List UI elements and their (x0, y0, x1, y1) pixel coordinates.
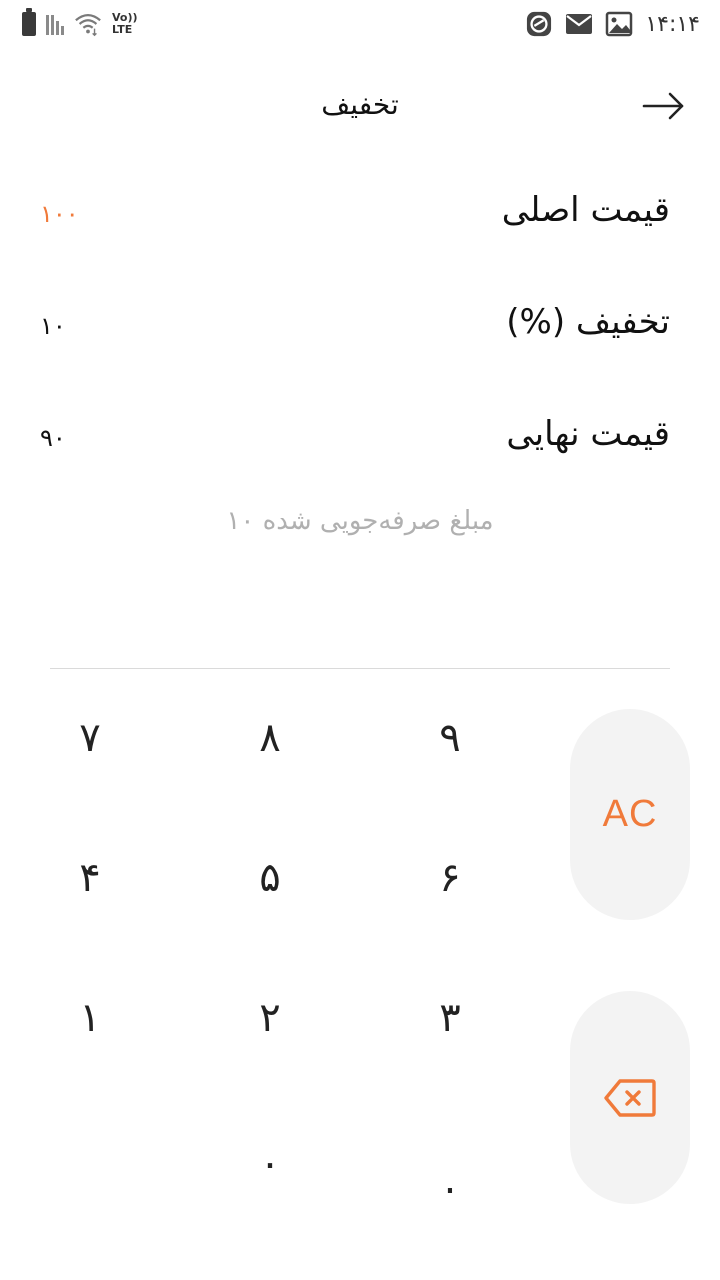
key-1[interactable]: ۱ (30, 978, 150, 1058)
original-price-value[interactable]: ۱۰۰ (40, 200, 79, 228)
arrow-right-icon (642, 92, 684, 120)
final-price-label: قیمت نهایی (506, 414, 670, 454)
original-price-label: قیمت اصلی (501, 190, 670, 230)
key-0[interactable]: ۰ (210, 1124, 330, 1204)
status-time: ۱۴:۱۴ (645, 11, 700, 37)
page-title: تخفیف (321, 88, 399, 121)
savings-text: مبلغ صرفه‌جویی شده ۱۰ (226, 506, 494, 536)
key-decimal[interactable]: . (390, 1140, 510, 1220)
battery-icon (22, 8, 36, 36)
key-9[interactable]: ۹ (390, 698, 510, 778)
status-bar-right: ۱۴:۱۴ (525, 10, 700, 38)
header: تخفیف (0, 70, 720, 140)
clear-label: AC (602, 793, 658, 835)
discount-row[interactable]: تخفیف (%) ۱۰ (40, 302, 670, 362)
image-icon (606, 11, 633, 37)
discount-label: تخفیف (%) (506, 302, 670, 342)
lte-indicator: Vo)) LTE (112, 12, 138, 36)
key-2[interactable]: ۲ (210, 978, 330, 1058)
wifi-icon (75, 14, 101, 37)
app-icon (527, 11, 552, 37)
keypad-divider (50, 668, 670, 669)
key-7[interactable]: ۷ (30, 698, 150, 778)
status-bar: Vo)) LTE ۱۴:۱۴ (0, 0, 720, 50)
key-4[interactable]: ۴ (30, 838, 150, 918)
signal-icon (46, 13, 64, 35)
backspace-icon (604, 1078, 656, 1117)
lte-label: LTE (112, 23, 133, 36)
mail-icon (566, 14, 593, 34)
key-8[interactable]: ۸ (210, 698, 330, 778)
key-3[interactable]: ۳ (390, 978, 510, 1058)
original-price-row[interactable]: قیمت اصلی ۱۰۰ (40, 190, 670, 250)
key-5[interactable]: ۵ (210, 838, 330, 918)
final-price-value: ۹۰ (40, 424, 66, 452)
key-6[interactable]: ۶ (390, 838, 510, 918)
clear-button[interactable]: AC (570, 709, 690, 920)
delete-button[interactable] (570, 991, 690, 1204)
final-price-row: قیمت نهایی ۹۰ (40, 414, 670, 474)
discount-value[interactable]: ۱۰ (40, 312, 66, 340)
back-button[interactable] (640, 88, 688, 124)
status-bar-left: Vo)) LTE (22, 8, 138, 38)
